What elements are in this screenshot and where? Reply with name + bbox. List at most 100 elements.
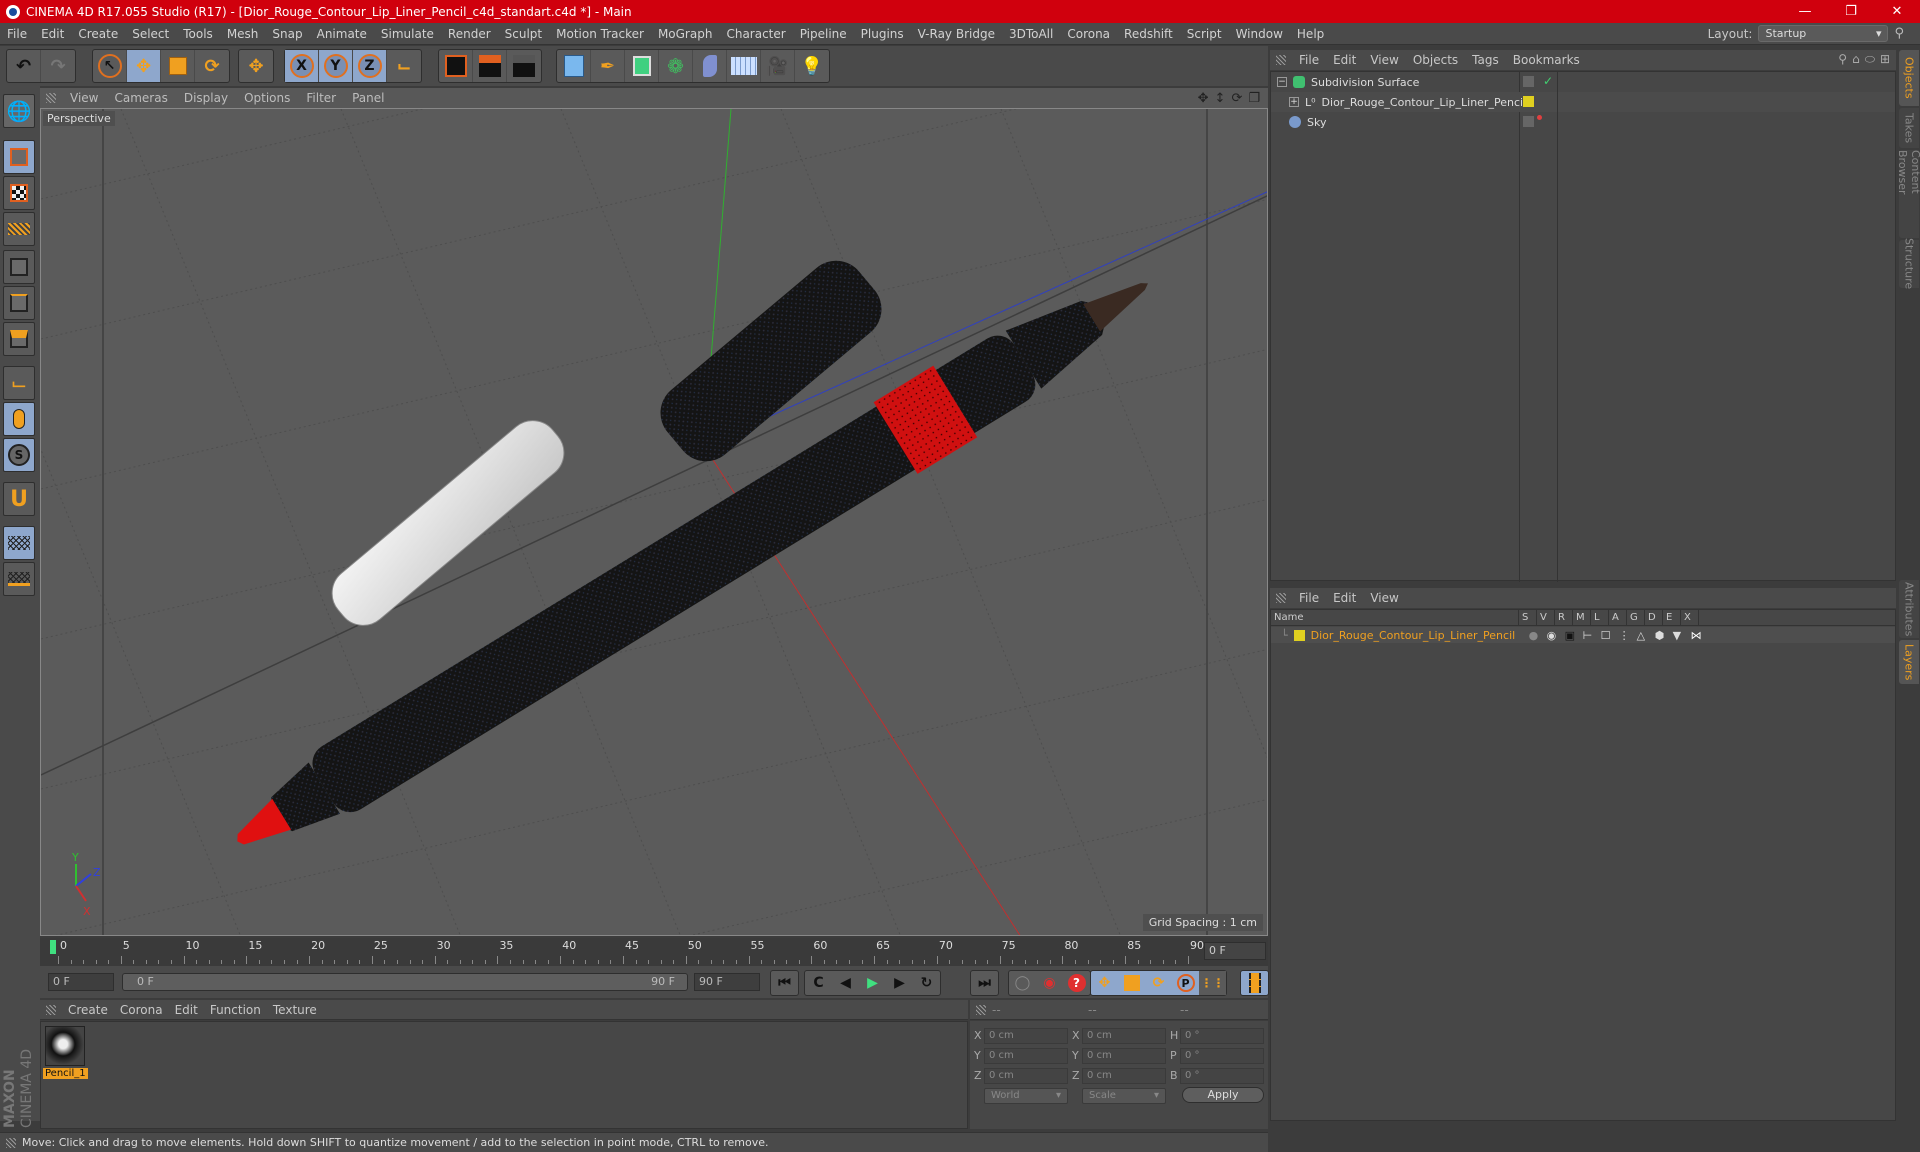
- redo-button[interactable]: ↷: [41, 50, 75, 82]
- menu-simulate[interactable]: Simulate: [374, 27, 441, 41]
- points-mode-button[interactable]: [3, 250, 35, 284]
- deformer-icon[interactable]: ⬢: [1655, 629, 1673, 642]
- om-menu-objects[interactable]: Objects: [1406, 53, 1465, 67]
- rot-h-field[interactable]: 0 °: [1180, 1028, 1264, 1044]
- panel-grip-icon[interactable]: [46, 93, 56, 103]
- floor-button[interactable]: [727, 50, 761, 82]
- menu-redshift[interactable]: Redshift: [1117, 27, 1180, 41]
- object-row[interactable]: − Subdivision Surface ✓: [1271, 72, 1895, 92]
- menu-motion-tracker[interactable]: Motion Tracker: [549, 27, 651, 41]
- lm-menu-file[interactable]: File: [1292, 591, 1326, 605]
- viewport-menu-cameras[interactable]: Cameras: [106, 91, 175, 105]
- editor-visibility-icon[interactable]: [1523, 116, 1534, 127]
- solo-mode-button[interactable]: S: [3, 438, 35, 472]
- animation-icon[interactable]: ⋮: [1619, 629, 1637, 642]
- cloner-button[interactable]: ❁: [659, 50, 693, 82]
- manager-tree-icon[interactable]: ⊢: [1583, 629, 1601, 642]
- subdivision-button[interactable]: [625, 50, 659, 82]
- viewport-perspective[interactable]: Y Z X Perspective Grid Spacing : 1 cm: [40, 108, 1268, 936]
- material-menu-edit[interactable]: Edit: [169, 1003, 204, 1017]
- record-keys-button[interactable]: ◯: [1009, 971, 1036, 995]
- material-item[interactable]: Pencil_1: [41, 1022, 91, 1084]
- tab-takes[interactable]: Takes: [1899, 108, 1919, 148]
- snap-toggle-button[interactable]: U: [3, 482, 35, 516]
- menu-mesh[interactable]: Mesh: [220, 27, 266, 41]
- apply-button[interactable]: Apply: [1182, 1087, 1264, 1103]
- rot-b-field[interactable]: 0 °: [1180, 1068, 1264, 1084]
- menu-select[interactable]: Select: [125, 27, 176, 41]
- model-mode-button[interactable]: 🌐: [3, 94, 35, 128]
- lock-icon[interactable]: ☐: [1601, 629, 1619, 642]
- material-menu-function[interactable]: Function: [204, 1003, 267, 1017]
- x-axis-lock-button[interactable]: X: [285, 50, 319, 82]
- tweak-mode-button[interactable]: [3, 402, 35, 436]
- column-render[interactable]: R: [1555, 610, 1573, 625]
- viewport-menu-filter[interactable]: Filter: [298, 91, 344, 105]
- layer-color-swatch[interactable]: [1523, 96, 1534, 107]
- menu-edit[interactable]: Edit: [34, 27, 71, 41]
- pen-button[interactable]: ✒: [591, 50, 625, 82]
- size-z-field[interactable]: 0 cm: [1082, 1068, 1166, 1084]
- object-row[interactable]: Sky: [1271, 112, 1895, 132]
- panel-grip-icon[interactable]: [46, 1004, 56, 1015]
- menu-sculpt[interactable]: Sculpt: [498, 27, 549, 41]
- rot-p-field[interactable]: 0 °: [1180, 1048, 1264, 1064]
- menu-snap[interactable]: Snap: [265, 27, 309, 41]
- pos-y-field[interactable]: 0 cm: [984, 1048, 1068, 1064]
- preview-range-slider[interactable]: 0 F 90 F: [122, 973, 688, 991]
- menu-tools[interactable]: Tools: [176, 27, 220, 41]
- render-view-button[interactable]: [439, 50, 473, 82]
- column-solo[interactable]: S: [1519, 610, 1537, 625]
- camera-button[interactable]: 🎥: [761, 50, 795, 82]
- timeline-ticks[interactable]: 0 5 10 15 20 25 30 35 40 45 50 55 60 65 70 75 80 85 90: [50, 938, 1210, 966]
- orbit-view-icon[interactable]: ⟳: [1231, 91, 1242, 106]
- maximize-button[interactable]: ❐: [1828, 0, 1874, 23]
- tab-objects[interactable]: Objects: [1899, 50, 1919, 106]
- key-position-button[interactable]: ✥: [1091, 971, 1118, 995]
- model-mode-cube-button[interactable]: [3, 140, 35, 174]
- prev-key-button[interactable]: C: [805, 971, 832, 995]
- pos-x-field[interactable]: 0 cm: [984, 1028, 1068, 1044]
- om-menu-tags[interactable]: Tags: [1465, 53, 1506, 67]
- tab-layers[interactable]: Layers: [1899, 640, 1919, 684]
- deformer-button[interactable]: [693, 50, 727, 82]
- panel-grip-icon[interactable]: [1276, 55, 1286, 65]
- workplane-mode-button[interactable]: [3, 212, 35, 246]
- menu-character[interactable]: Character: [719, 27, 792, 41]
- pos-z-field[interactable]: 0 cm: [984, 1068, 1068, 1084]
- enabled-check-icon[interactable]: ✓: [1543, 74, 1553, 88]
- menu-create[interactable]: Create: [71, 27, 125, 41]
- goto-end-button[interactable]: ⏭: [971, 971, 998, 995]
- column-locked[interactable]: L: [1591, 610, 1609, 625]
- column-name[interactable]: Name: [1271, 610, 1519, 625]
- play-button[interactable]: ▶: [859, 971, 886, 995]
- material-menu-create[interactable]: Create: [62, 1003, 114, 1017]
- coord-mode-dropdown[interactable]: Scale ▾: [1082, 1088, 1166, 1104]
- om-menu-edit[interactable]: Edit: [1326, 53, 1363, 67]
- timeline-window-button[interactable]: [1241, 971, 1268, 995]
- om-menu-bookmarks[interactable]: Bookmarks: [1506, 53, 1587, 67]
- home-icon[interactable]: ⌂: [1852, 52, 1860, 67]
- menu-corona[interactable]: Corona: [1060, 27, 1117, 41]
- key-parameter-button[interactable]: P: [1172, 971, 1199, 995]
- menu-script[interactable]: Script: [1180, 27, 1229, 41]
- column-animation[interactable]: A: [1609, 610, 1627, 625]
- new-view-icon[interactable]: ⊞: [1880, 52, 1890, 67]
- menu-plugins[interactable]: Plugins: [854, 27, 911, 41]
- menu-v-ray-bridge[interactable]: V-Ray Bridge: [911, 27, 1002, 41]
- pan-view-icon[interactable]: ✥: [1198, 91, 1209, 106]
- dolly-view-icon[interactable]: ↕: [1215, 91, 1226, 106]
- next-key-button[interactable]: ↻: [913, 971, 940, 995]
- size-y-field[interactable]: 0 cm: [1082, 1048, 1166, 1064]
- viewport-menu-display[interactable]: Display: [176, 91, 236, 105]
- move-tool-button[interactable]: ✥: [127, 50, 161, 82]
- layout-dropdown[interactable]: Startup ▾: [1758, 25, 1889, 42]
- texture-mode-button[interactable]: [3, 176, 35, 210]
- playhead-marker[interactable]: [50, 940, 56, 954]
- menu-file[interactable]: File: [0, 27, 34, 41]
- solo-dot-icon[interactable]: ●: [1529, 629, 1547, 642]
- world-coords-button[interactable]: ⌙: [387, 50, 421, 82]
- y-axis-lock-button[interactable]: Y: [319, 50, 353, 82]
- menu-help[interactable]: Help: [1290, 27, 1331, 41]
- material-menu-texture[interactable]: Texture: [267, 1003, 323, 1017]
